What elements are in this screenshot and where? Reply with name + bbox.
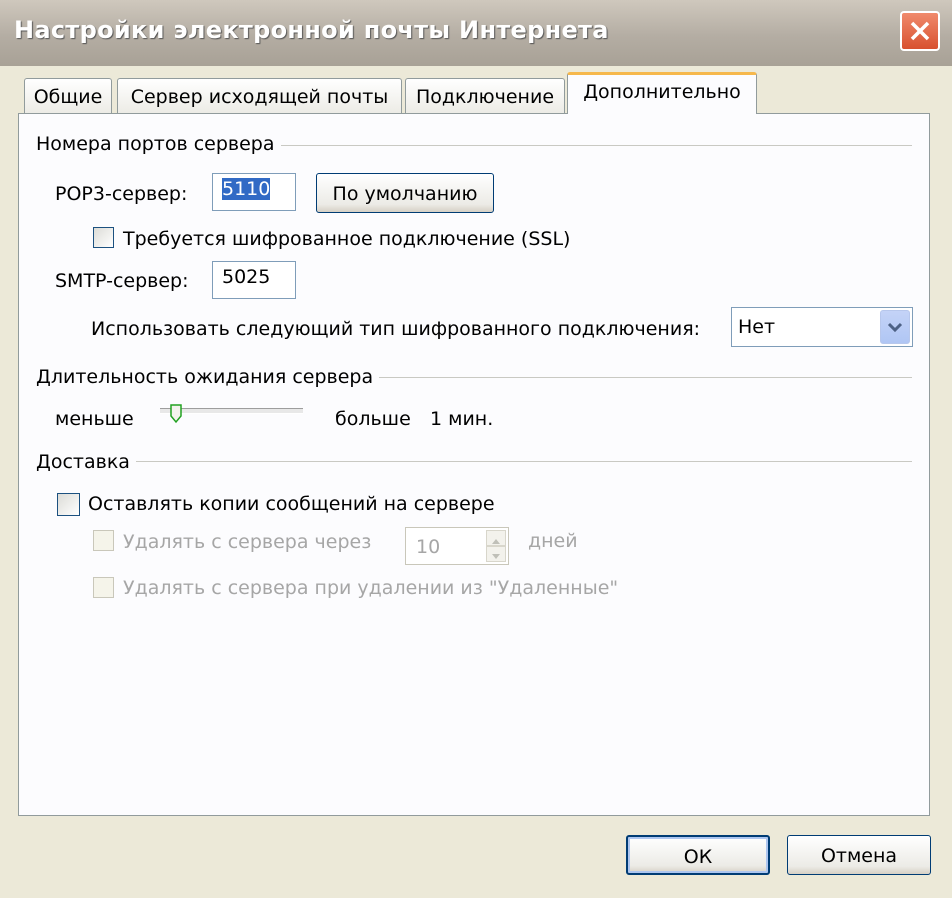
pop3-port-input[interactable]: 5110 [212, 173, 296, 211]
keep-copies-checkbox[interactable] [57, 493, 80, 516]
spin-up-button[interactable] [486, 530, 506, 546]
timeout-value-label: 1 мин. [430, 408, 494, 430]
timeout-more-label: больше [335, 408, 411, 430]
remove-after-checkbox[interactable] [93, 530, 114, 551]
remove-after-days-value: 10 [416, 536, 441, 558]
remove-deleted-label: Удалять с сервера при удалении из "Удале… [123, 577, 619, 599]
smtp-port-input[interactable]: 5025 [212, 261, 296, 299]
ports-group-label: Номера портов сервера [36, 133, 281, 155]
arrow-down-icon [492, 554, 500, 559]
smtp-port-value: 5025 [222, 266, 271, 288]
chevron-down-icon [887, 322, 903, 333]
pop3-label: POP3-сервер: [55, 183, 188, 205]
timeout-group-label: Длительность ожидания сервера [36, 366, 380, 388]
remove-deleted-checkbox[interactable] [93, 577, 114, 598]
ssl-checkbox-label: Требуется шифрованное подключение (SSL) [123, 228, 571, 250]
remove-after-days-spinner[interactable]: 10 [405, 527, 509, 565]
dropdown-button[interactable] [880, 310, 910, 344]
ssl-checkbox[interactable] [93, 227, 114, 248]
default-ports-button[interactable]: По умолчанию [316, 173, 494, 213]
spin-down-button[interactable] [486, 546, 506, 562]
days-label: дней [528, 530, 578, 552]
keep-copies-label: Оставлять копии сообщений на сервере [88, 493, 495, 515]
encryption-type-value: Нет [738, 316, 776, 338]
encryption-type-select[interactable]: Нет [731, 307, 913, 347]
remove-after-label: Удалять с сервера через [123, 531, 372, 553]
timeout-less-label: меньше [55, 408, 134, 430]
slider-thumb-icon[interactable] [170, 404, 182, 424]
pop3-port-value: 5110 [222, 178, 271, 200]
smtp-label: SMTP-сервер: [55, 270, 189, 292]
group-divider [36, 461, 912, 462]
delivery-group-label: Доставка [36, 451, 136, 473]
encryption-type-label: Использовать следующий тип шифрованного … [91, 318, 701, 340]
